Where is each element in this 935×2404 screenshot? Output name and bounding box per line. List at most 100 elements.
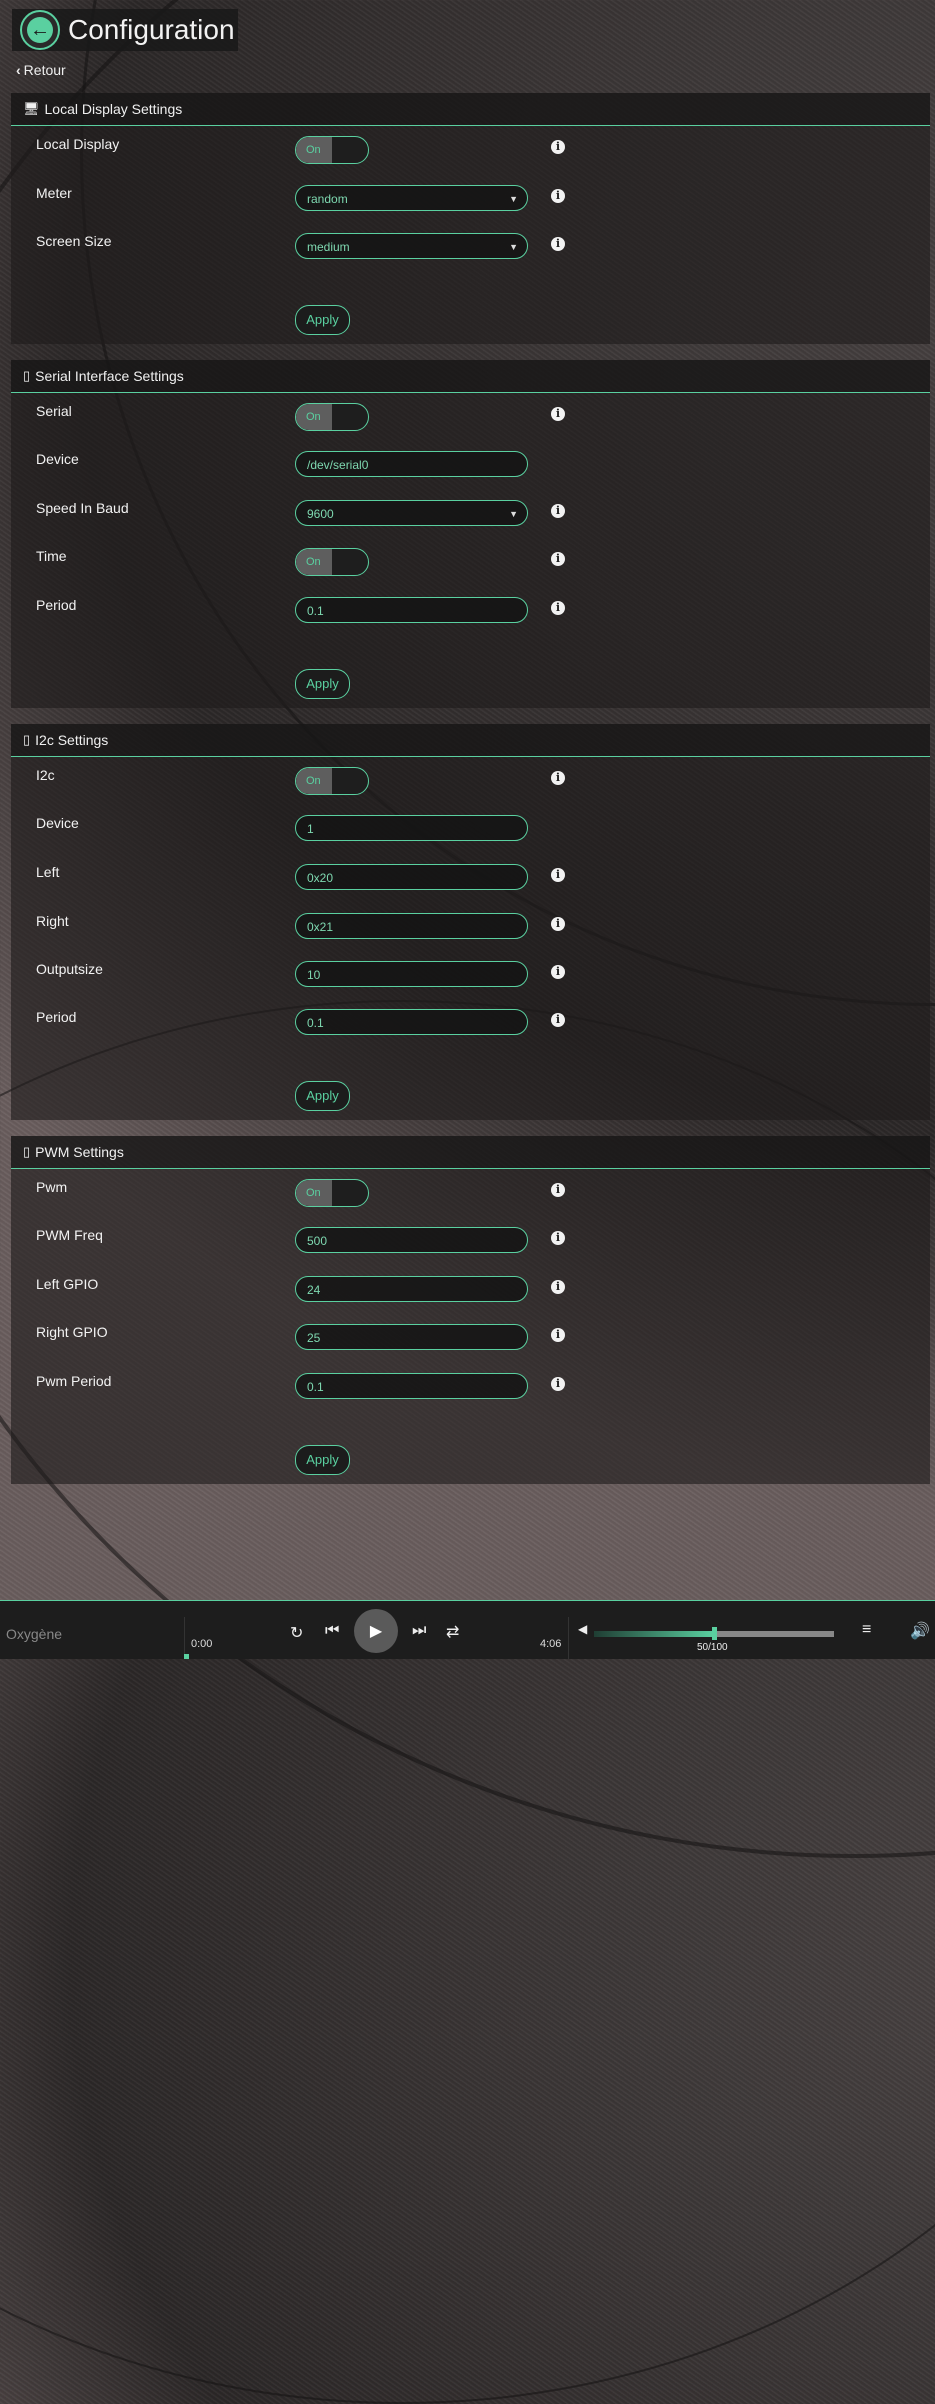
caret-down-icon: ▼ (509, 242, 518, 252)
section-title: I2c Settings (35, 732, 109, 748)
page-title: Configuration (68, 14, 235, 45)
row-local-display: Local Display On i (11, 136, 930, 166)
apply-button[interactable]: Apply (295, 669, 350, 699)
field-label: Outputsize (36, 961, 103, 977)
field-label: Serial (36, 403, 72, 419)
toggle-state: On (296, 549, 332, 575)
pwm-toggle[interactable]: On (295, 1179, 369, 1207)
shuffle-icon[interactable]: ⇄ (446, 1622, 459, 1642)
field-label: Left (36, 864, 60, 880)
right-gpio-input[interactable]: 25 (295, 1324, 528, 1350)
volume-fill (594, 1631, 714, 1637)
volume-slider[interactable] (594, 1627, 834, 1640)
section-title: Local Display Settings (44, 101, 183, 117)
info-icon[interactable]: i (551, 1377, 565, 1391)
info-icon[interactable]: i (551, 1013, 565, 1027)
row-time: Time On i (11, 548, 930, 578)
i2c-toggle[interactable]: On (295, 767, 369, 795)
section-header: ▯ PWM Settings (11, 1136, 930, 1169)
track-title: Oxygène (6, 1626, 63, 1642)
row-period: Period 0.1 i (11, 597, 930, 627)
info-icon[interactable]: i (551, 1183, 565, 1197)
serial-toggle[interactable]: On (295, 403, 369, 431)
pwm-freq-input[interactable]: 500 (295, 1227, 528, 1253)
chip-icon: ▯ (23, 1144, 31, 1159)
i2c-right-input[interactable]: 0x21 (295, 913, 528, 939)
toggle-state: On (296, 404, 332, 430)
info-icon[interactable]: i (551, 140, 565, 154)
info-icon[interactable]: i (551, 552, 565, 566)
info-icon[interactable]: i (551, 1231, 565, 1245)
time-toggle[interactable]: On (295, 548, 369, 576)
repeat-icon[interactable]: ↻ (290, 1623, 303, 1643)
info-icon[interactable]: i (551, 771, 565, 785)
section-pwm: ▯ PWM Settings Pwm On i PWM Freq 500 i L… (11, 1136, 930, 1484)
chip-icon: ▯ (23, 368, 31, 383)
info-icon[interactable]: i (551, 868, 565, 882)
meter-select[interactable]: random ▼ (295, 185, 528, 211)
retour-link[interactable]: ‹ Retour (16, 62, 66, 78)
info-icon[interactable]: i (551, 917, 565, 931)
duration-time: 4:06 (540, 1638, 562, 1650)
previous-icon[interactable]: ⏮ (325, 1622, 339, 1640)
divider (568, 1617, 569, 1659)
info-icon[interactable]: i (551, 189, 565, 203)
section-title: Serial Interface Settings (35, 368, 184, 384)
field-label: Speed In Baud (36, 500, 129, 516)
apply-button[interactable]: Apply (295, 1081, 350, 1111)
field-label: I2c (36, 767, 55, 783)
field-label: Local Display (36, 136, 120, 152)
field-label: Right GPIO (36, 1324, 108, 1340)
apply-button[interactable]: Apply (295, 1445, 350, 1475)
player-bar: Oxygène 0:00 ↻ ⏮ ▶ ⏭ ⇄ 4:06 ◀ 50/100 ≡ 🔊 (0, 1600, 935, 1659)
play-button[interactable]: ▶ (354, 1609, 398, 1653)
serial-period-input[interactable]: 0.1 (295, 597, 528, 623)
i2c-period-input[interactable]: 0.1 (295, 1009, 528, 1035)
caret-down-icon: ▼ (509, 194, 518, 204)
play-icon: ▶ (369, 1623, 383, 1640)
toggle-state: On (296, 1180, 332, 1206)
row-pwm-period: Pwm Period 0.1 i (11, 1373, 930, 1403)
volume-label: 50/100 (697, 1642, 728, 1653)
volume-handle[interactable] (712, 1627, 717, 1640)
left-gpio-input[interactable]: 24 (295, 1276, 528, 1302)
section-i2c: ▯ I2c Settings I2c On i Device 1 Left 0x… (11, 724, 930, 1120)
info-icon[interactable]: i (551, 601, 565, 615)
row-device: Device 1 (11, 815, 930, 845)
toggle-state: On (296, 768, 332, 794)
row-meter: Meter random ▼ i (11, 185, 930, 215)
local-display-toggle[interactable]: On (295, 136, 369, 164)
next-icon[interactable]: ⏭ (412, 1622, 426, 1640)
info-icon[interactable]: i (551, 407, 565, 421)
speed-baud-select[interactable]: 9600 ▼ (295, 500, 528, 526)
row-right-gpio: Right GPIO 25 i (11, 1324, 930, 1354)
monitor-icon: 🖥 (23, 101, 40, 116)
back-button[interactable]: ← (20, 10, 60, 50)
serial-device-input[interactable]: /dev/serial0 (295, 451, 528, 477)
screen-size-select[interactable]: medium ▼ (295, 233, 528, 259)
seek-progress[interactable] (184, 1654, 189, 1659)
field-label: Right (36, 913, 69, 929)
section-header: ▯ I2c Settings (11, 724, 930, 757)
info-icon[interactable]: i (551, 1280, 565, 1294)
retour-label: Retour (23, 62, 66, 78)
divider (184, 1617, 185, 1659)
i2c-left-input[interactable]: 0x20 (295, 864, 528, 890)
row-left-gpio: Left GPIO 24 i (11, 1276, 930, 1306)
apply-button[interactable]: Apply (295, 305, 350, 335)
outputsize-input[interactable]: 10 (295, 961, 528, 987)
field-label: Pwm Period (36, 1373, 112, 1389)
i2c-device-input[interactable]: 1 (295, 815, 528, 841)
info-icon[interactable]: i (551, 965, 565, 979)
info-icon[interactable]: i (551, 1328, 565, 1342)
speaker-icon[interactable]: 🔊 (910, 1621, 930, 1641)
info-icon[interactable]: i (551, 237, 565, 251)
volume-down-icon[interactable]: ◀ (578, 1622, 587, 1636)
row-period: Period 0.1 i (11, 1009, 930, 1039)
pwm-period-input[interactable]: 0.1 (295, 1373, 528, 1399)
info-icon[interactable]: i (551, 504, 565, 518)
field-label: PWM Freq (36, 1227, 103, 1243)
caret-down-icon: ▼ (509, 509, 518, 519)
elapsed-time: 0:00 (191, 1638, 213, 1650)
queue-icon[interactable]: ≡ (862, 1621, 871, 1639)
